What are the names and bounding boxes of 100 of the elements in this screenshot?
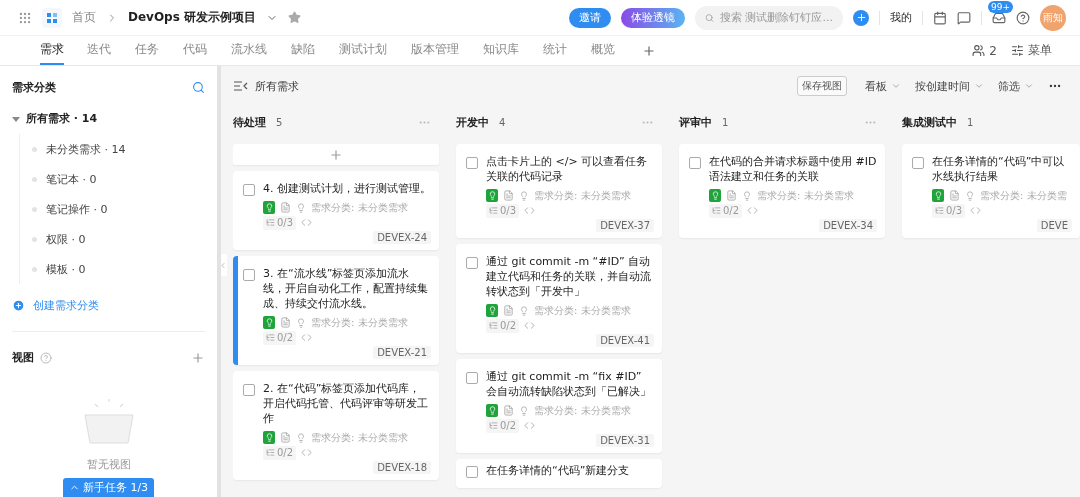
save-view-button[interactable]: 保存视图 — [797, 76, 847, 96]
task-card[interactable]: 在任务详情的“代码”中可以 水线执行结果 需求分类: 未分类需 0/3 DEVE — [902, 144, 1080, 238]
bullet-icon — [32, 236, 37, 242]
checkbox[interactable] — [466, 257, 478, 269]
tree-item[interactable]: 所有需求 · 14 — [26, 111, 98, 126]
toolbar-dropdown[interactable]: 按创建时间 — [915, 78, 984, 94]
subtask-count[interactable]: 0/3 — [486, 203, 520, 218]
bulb-badge-icon — [263, 316, 275, 329]
card-id: DEVEX-34 — [819, 219, 877, 232]
nav-tab[interactable]: 版本管理 — [400, 36, 470, 65]
card-title: 点击卡片上的 </> 可以查看任务关联的代码记录 — [486, 154, 649, 184]
card-id: DEVE — [1036, 219, 1072, 232]
project-title[interactable]: DevOps 研发示例项目 — [128, 9, 257, 26]
search-field[interactable]: 搜索 测试删除钉钉应... — [695, 5, 843, 30]
toolbar-dropdown[interactable]: 看板 — [865, 78, 901, 94]
nav-tab[interactable]: 代码 — [172, 36, 218, 65]
card-category: 需求分类: 未分类需求 — [311, 430, 408, 445]
task-card[interactable]: 2. 在“代码”标签页添加代码库，开启代码托管、代码评审等研发工作 需求分类: 未分类需求 0/2 DEVEX-18 — [233, 371, 439, 480]
collapse-list-icon[interactable] — [233, 80, 249, 92]
checkbox[interactable] — [466, 466, 478, 478]
subtask-count[interactable]: 0/2 — [486, 418, 520, 433]
code-icon[interactable] — [301, 217, 313, 228]
checkbox[interactable] — [243, 269, 255, 281]
subtask-count[interactable]: 0/2 — [709, 203, 743, 218]
logo-icon[interactable] — [42, 7, 62, 28]
tree-item[interactable]: 笔记操作 · 0 — [46, 201, 108, 217]
add-view-icon[interactable] — [191, 350, 205, 365]
settings-icon[interactable] — [1011, 44, 1024, 57]
inbox-icon[interactable] — [992, 10, 1006, 25]
user-avatar[interactable]: 雨知 — [1040, 4, 1066, 31]
help-icon[interactable] — [1016, 10, 1030, 25]
caret-icon[interactable] — [12, 114, 20, 123]
card-id: DEVEX-21 — [373, 346, 431, 359]
checkbox[interactable] — [243, 184, 255, 196]
invite-button[interactable]: 邀请 — [569, 7, 611, 28]
nav-tab[interactable]: 缺陷 — [280, 36, 326, 65]
nav-tab[interactable]: 迭代 — [76, 36, 122, 65]
bulb-badge-icon — [263, 431, 275, 444]
task-card[interactable]: 3. 在“流水线”标签页添加流水线，开启自动化工作，配置持续集成、持续交付流水线。 需求分类: 未分类需求 0/2 DEVEX-21 — [233, 256, 439, 365]
notification-badge: 99+ — [988, 0, 1013, 13]
star-icon[interactable] — [288, 11, 302, 24]
nav-tab[interactable]: 知识库 — [472, 36, 530, 65]
card-title: 在任务详情的“代码”新建分支 — [486, 463, 631, 478]
column-title: 开发中 — [456, 114, 489, 130]
tree-item[interactable]: 未分类需求 · 14 — [46, 141, 126, 157]
add-button[interactable] — [853, 9, 869, 26]
subtask-count[interactable]: 0/3 — [932, 203, 966, 218]
checkbox[interactable] — [689, 157, 701, 169]
task-card[interactable]: 在代码的合并请求标题中使用 #ID 语法建立和任务的关联 需求分类: 未分类需求 0/2 DEVEX-34 — [679, 144, 885, 238]
bulb-icon — [519, 305, 529, 316]
task-card[interactable]: 通过 git commit -m “#ID” 自动建立代码和任务的关联，并自动流转状态到「开发中」 需求分类: 未分类需求 0/2 DEVEX-41 — [456, 244, 662, 353]
collapse-handle[interactable] — [221, 254, 227, 276]
code-icon[interactable] — [747, 205, 759, 216]
nav-tab[interactable]: 测试计划 — [328, 36, 398, 65]
task-card[interactable]: 点击卡片上的 </> 可以查看任务关联的代码记录 需求分类: 未分类需求 0/3 DEVEX-37 — [456, 144, 662, 238]
document-icon — [503, 190, 514, 201]
search-icon[interactable] — [192, 81, 205, 94]
subtask-count[interactable]: 0/2 — [486, 318, 520, 333]
members-icon[interactable] — [972, 44, 986, 57]
nav-tab[interactable]: 概览 — [580, 36, 626, 65]
nav-tab[interactable]: 流水线 — [220, 36, 278, 65]
code-icon[interactable] — [524, 205, 536, 216]
checkbox[interactable] — [466, 157, 478, 169]
calendar-icon[interactable] — [933, 10, 947, 25]
task-card[interactable]: 在任务详情的“代码”新建分支 — [456, 459, 662, 488]
subtask-count[interactable]: 0/3 — [263, 215, 297, 230]
code-icon[interactable] — [970, 205, 982, 216]
subtask-count[interactable]: 0/2 — [263, 330, 297, 345]
tree-item[interactable]: 模板 · 0 — [46, 261, 86, 277]
card-id: DEVEX-31 — [596, 434, 654, 447]
apps-icon[interactable] — [18, 10, 32, 25]
mine-link[interactable]: 我的 — [890, 10, 912, 25]
task-card[interactable]: 通过 git commit -m “fix #ID” 会自动流转缺陷状态到「已解决」 需求分类: 未分类需求 0/2 DEVEX-31 — [456, 359, 662, 453]
document-icon — [726, 190, 737, 201]
list-icon — [266, 448, 275, 457]
checkbox[interactable] — [243, 384, 255, 396]
view-title: 所有需求 — [255, 78, 299, 94]
guide-button[interactable]: 新手任务 1/3 — [62, 478, 155, 497]
lens-button[interactable]: 体验透镜 — [621, 7, 685, 28]
code-icon[interactable] — [301, 447, 313, 458]
breadcrumb-link[interactable]: 首页 — [72, 9, 96, 26]
member-count: 2 — [989, 43, 997, 58]
code-icon[interactable] — [524, 420, 536, 431]
subtask-count[interactable]: 0/2 — [263, 445, 297, 460]
code-icon[interactable] — [524, 320, 536, 331]
toolbar-dropdown[interactable]: 筛选 — [998, 78, 1034, 94]
card-id: DEVEX-37 — [596, 219, 654, 232]
message-icon[interactable] — [957, 10, 971, 25]
tree-item[interactable]: 权限 · 0 — [46, 231, 86, 247]
create-category-button[interactable]: 创建需求分类 — [12, 298, 205, 313]
card-title: 在任务详情的“代码”中可以 水线执行结果 — [932, 154, 1066, 184]
code-icon[interactable] — [301, 332, 313, 343]
nav-tab[interactable]: 统计 — [532, 36, 578, 65]
tree-item[interactable]: 笔记本 · 0 — [46, 171, 97, 187]
task-card[interactable]: 4. 创建测试计划，进行测试管理。 需求分类: 未分类需求 0/3 DEVEX-24 — [233, 171, 439, 250]
checkbox[interactable] — [912, 157, 924, 169]
nav-tab[interactable]: 任务 — [124, 36, 170, 65]
menu-link[interactable]: 菜单 — [1028, 42, 1052, 59]
checkbox[interactable] — [466, 372, 478, 384]
add-tab-icon[interactable] — [642, 43, 656, 58]
